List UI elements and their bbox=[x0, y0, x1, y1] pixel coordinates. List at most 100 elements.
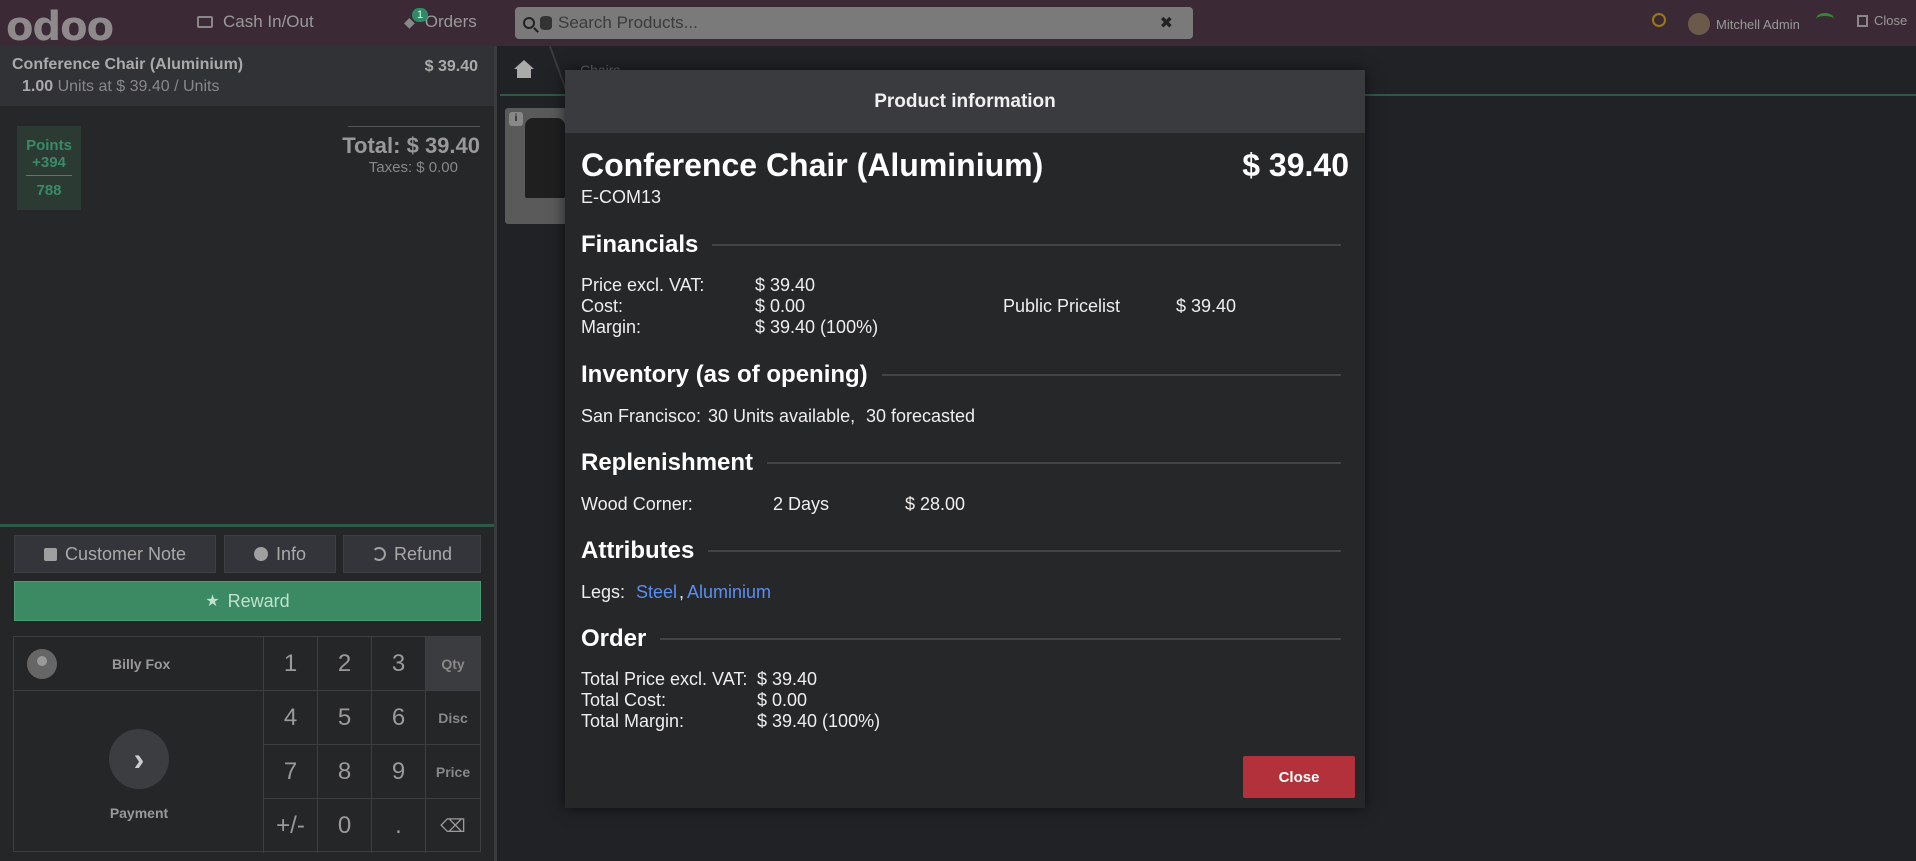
attribute-value-aluminium[interactable]: Aluminium bbox=[687, 582, 771, 603]
price-excl-value: $ 39.40 bbox=[755, 275, 816, 295]
database-icon[interactable] bbox=[540, 16, 552, 30]
user-name: Mitchell Admin bbox=[1716, 16, 1800, 32]
points-label: Points bbox=[26, 137, 72, 154]
info-button[interactable]: Info bbox=[224, 535, 336, 573]
connection-status[interactable] bbox=[1816, 13, 1834, 25]
vendor-price: $ 28.00 bbox=[905, 494, 966, 514]
order-line-price: $ 39.40 bbox=[424, 58, 478, 75]
order-total: Total: $ 39.40 bbox=[342, 133, 480, 158]
total-price-value: $ 39.40 bbox=[757, 669, 818, 689]
inventory-available: 30 Units available, bbox=[708, 406, 856, 426]
close-session-label: Close bbox=[1874, 13, 1908, 28]
info-label: Info bbox=[275, 543, 307, 564]
numpad-key-2[interactable]: 2 bbox=[318, 637, 372, 691]
customer-note-button[interactable]: Customer Note bbox=[14, 535, 216, 573]
inventory-location: San Francisco: bbox=[581, 406, 702, 426]
section-divider bbox=[767, 462, 1341, 464]
loyalty-points: Points +394 788 bbox=[17, 126, 81, 210]
product-info-icon[interactable]: i bbox=[509, 112, 523, 126]
attribute-value-steel[interactable]: Steel bbox=[636, 582, 677, 603]
numpad-backspace[interactable]: ⌫ bbox=[426, 799, 480, 853]
cash-in-out-button[interactable]: Cash In/Out bbox=[197, 12, 314, 32]
customer-note-label: Customer Note bbox=[64, 543, 187, 564]
product-price: $ 39.40 bbox=[1242, 147, 1349, 183]
numpad-key-5[interactable]: 5 bbox=[318, 691, 372, 745]
close-session-button[interactable]: Close bbox=[1857, 13, 1907, 28]
numpad-key-1[interactable]: 1 bbox=[264, 637, 318, 691]
total-price-label: Total Price excl. VAT: bbox=[581, 669, 748, 689]
close-dialog-button[interactable]: Close bbox=[1243, 756, 1355, 798]
points-total: 788 bbox=[36, 182, 62, 199]
product-code: E-COM13 bbox=[581, 187, 662, 207]
odoo-logo: odoo bbox=[6, 4, 114, 50]
refund-label: Refund bbox=[393, 543, 453, 564]
numpad-decimal[interactable]: . bbox=[372, 799, 426, 853]
order-line-qty: 1.00 bbox=[22, 78, 54, 95]
inventory-forecasted: 30 forecasted bbox=[866, 406, 976, 426]
numpad-key-0[interactable]: 0 bbox=[318, 799, 372, 853]
numpad-disc-mode[interactable]: Disc bbox=[426, 691, 480, 745]
numpad-key-3[interactable]: 3 bbox=[372, 637, 426, 691]
pricelist-value: $ 39.40 bbox=[1176, 296, 1237, 316]
control-panel: Customer Note Info Refund ★ Reward Billy… bbox=[0, 524, 494, 861]
inventory-heading: Inventory (as of opening) bbox=[581, 361, 868, 388]
orders-badge: 1 bbox=[412, 8, 429, 22]
avatar bbox=[1688, 13, 1710, 35]
attribute-label: Legs: bbox=[581, 582, 626, 602]
search-bar[interactable]: ✖ bbox=[515, 7, 1193, 39]
numpad: Billy Fox › Payment 1 2 3 Qty 4 5 6 Disc… bbox=[13, 636, 481, 853]
numpad-qty-mode[interactable]: Qty bbox=[426, 637, 480, 691]
payment-button[interactable]: › Payment bbox=[14, 691, 264, 853]
orders-label: Orders bbox=[424, 12, 477, 31]
order-heading: Order bbox=[581, 625, 647, 652]
section-divider bbox=[708, 550, 1341, 552]
attribute-separator: , bbox=[679, 582, 685, 602]
points-divider bbox=[26, 175, 72, 176]
numpad-key-9[interactable]: 9 bbox=[372, 745, 426, 799]
reward-button[interactable]: ★ Reward bbox=[14, 581, 481, 621]
chevron-right-icon: › bbox=[109, 729, 169, 789]
numpad-key-6[interactable]: 6 bbox=[372, 691, 426, 745]
undo-icon bbox=[371, 547, 386, 561]
order-panel: Conference Chair (Aluminium) $ 39.40 1.0… bbox=[0, 46, 497, 861]
product-image bbox=[525, 118, 565, 198]
cost-label: Cost: bbox=[581, 296, 624, 316]
replenishment-heading: Replenishment bbox=[581, 449, 754, 476]
cash-in-out-label: Cash In/Out bbox=[223, 12, 314, 31]
refund-button[interactable]: Refund bbox=[343, 535, 481, 573]
backspace-icon: ⌫ bbox=[440, 815, 466, 836]
replenishment-section-header: Replenishment bbox=[581, 449, 1341, 477]
numpad-key-4[interactable]: 4 bbox=[264, 691, 318, 745]
numpad-plus-minus[interactable]: +/- bbox=[264, 799, 318, 853]
section-divider bbox=[881, 374, 1341, 376]
search-input[interactable] bbox=[558, 13, 1158, 33]
total-cost-value: $ 0.00 bbox=[757, 690, 808, 710]
product-name: Conference Chair (Aluminium) bbox=[581, 147, 1044, 183]
pricelist-label: Public Pricelist bbox=[1003, 296, 1121, 316]
order-line-detail: Units at $ 39.40 / Units bbox=[57, 78, 220, 95]
customer-button[interactable]: Billy Fox bbox=[14, 637, 264, 691]
section-divider bbox=[660, 638, 1341, 640]
clear-search-icon[interactable]: ✖ bbox=[1160, 13, 1173, 33]
home-icon[interactable] bbox=[512, 60, 536, 80]
sign-out-icon bbox=[1857, 14, 1868, 27]
status-indicator[interactable] bbox=[1652, 13, 1666, 27]
numpad-key-8[interactable]: 8 bbox=[318, 745, 372, 799]
dialog-title: Product information bbox=[565, 70, 1365, 133]
margin-label: Margin: bbox=[581, 317, 642, 337]
section-divider bbox=[712, 244, 1341, 246]
price-excl-label: Price excl. VAT: bbox=[581, 275, 705, 295]
numpad-price-mode[interactable]: Price bbox=[426, 745, 480, 799]
attributes-section-header: Attributes bbox=[581, 537, 1341, 565]
numpad-key-7[interactable]: 7 bbox=[264, 745, 318, 799]
points-gain: +394 bbox=[32, 154, 66, 171]
total-margin-value: $ 39.40 (100%) bbox=[757, 711, 881, 731]
customer-name: Billy Fox bbox=[112, 655, 171, 672]
reward-label: Reward bbox=[227, 590, 290, 611]
cash-icon bbox=[197, 16, 213, 28]
user-menu[interactable]: Mitchell Admin bbox=[1688, 13, 1800, 35]
order-line[interactable]: Conference Chair (Aluminium) $ 39.40 1.0… bbox=[0, 46, 494, 106]
order-line-name: Conference Chair (Aluminium) bbox=[12, 56, 244, 73]
total-divider bbox=[348, 126, 480, 127]
order-section-header: Order bbox=[581, 625, 1341, 653]
